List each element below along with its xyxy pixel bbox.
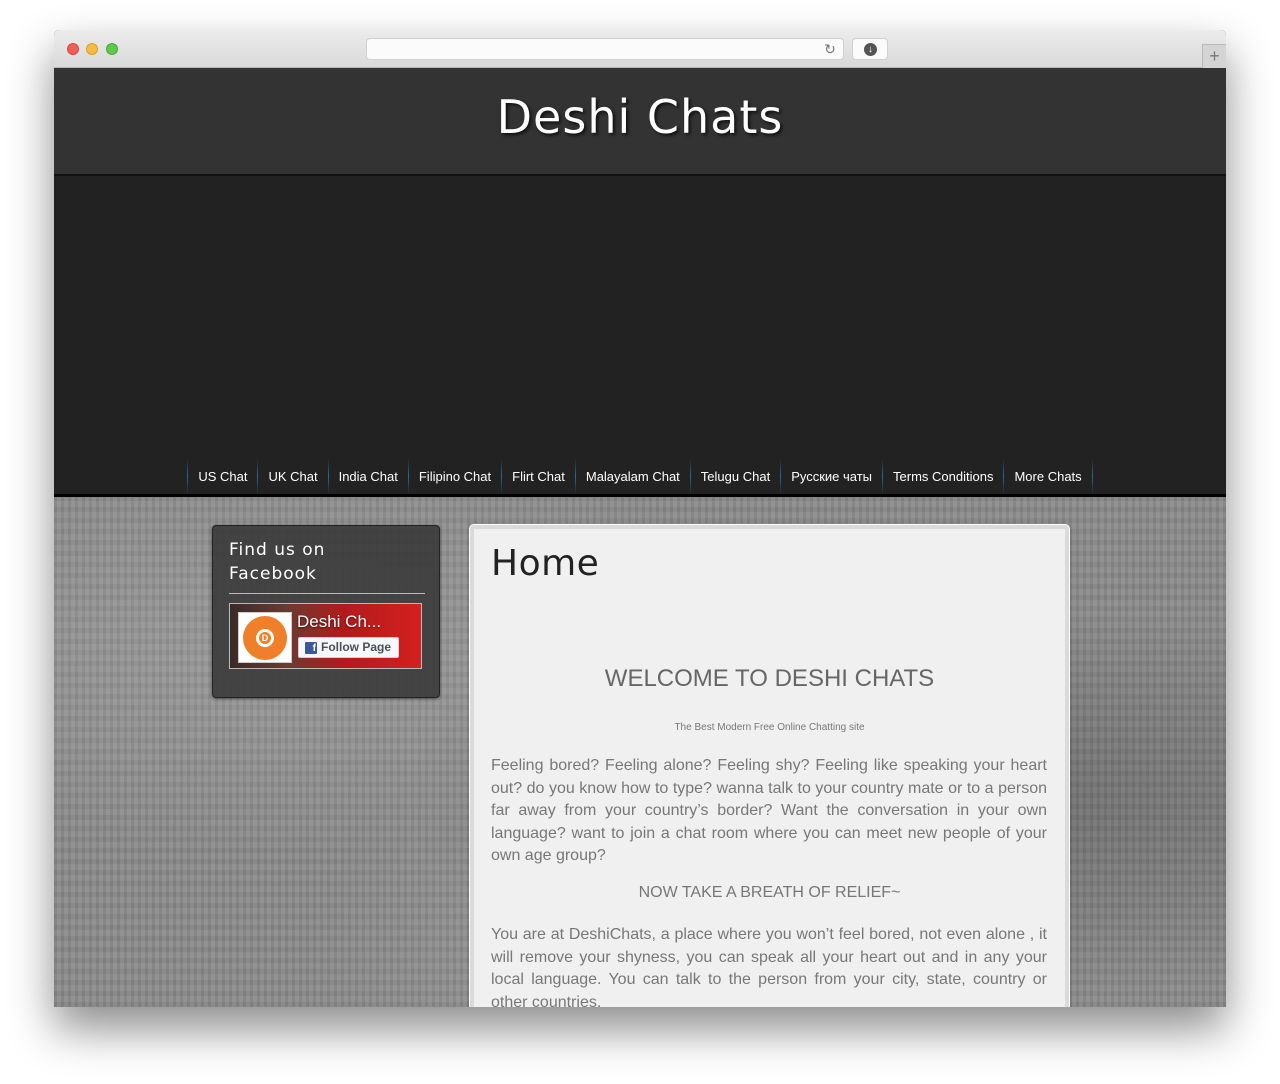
nav-item-uk-chat[interactable]: UK Chat (258, 459, 327, 494)
nav-item-flirt-chat[interactable]: Flirt Chat (502, 459, 575, 494)
site-header: Deshi Chats (54, 68, 1226, 176)
maximize-window-button[interactable] (106, 43, 118, 55)
facebook-page-name[interactable]: Deshi Ch... (297, 612, 381, 632)
reload-icon[interactable]: ↻ (822, 41, 838, 57)
page-body: Find us on Facebook D Deshi Ch... f Foll… (54, 497, 1226, 1007)
main-content: Home WELCOME TO DESHI CHATS The Best Mod… (470, 525, 1069, 1007)
facebook-icon: f (305, 642, 317, 654)
nav-item-us-chat[interactable]: US Chat (188, 459, 257, 494)
nav-item-india-chat[interactable]: India Chat (329, 459, 408, 494)
facebook-page-plugin[interactable]: D Deshi Ch... f Follow Page (229, 603, 422, 669)
widget-divider (229, 593, 425, 594)
logo-letter: D (256, 629, 274, 647)
address-bar[interactable]: ↻ (366, 38, 844, 60)
description-paragraph: You are at DeshiChats, a place where you… (491, 926, 1047, 1007)
minimize-window-button[interactable] (86, 43, 98, 55)
page-logo[interactable]: D (238, 612, 292, 663)
browser-window: ↻ ↓ + Deshi Chats US Chat UK Chat India … (54, 30, 1226, 1007)
nav-item-more-chats[interactable]: More Chats (1004, 459, 1091, 494)
follow-page-button[interactable]: f Follow Page (298, 637, 400, 658)
main-navigation: US Chat UK Chat India Chat Filipino Chat… (54, 459, 1226, 494)
nav-item-telugu-chat[interactable]: Telugu Chat (691, 459, 780, 494)
facebook-widget: Find us on Facebook D Deshi Ch... f Foll… (212, 525, 440, 698)
widget-title-line: Find us on (229, 540, 326, 560)
follow-page-label: Follow Page (321, 640, 392, 654)
new-tab-button[interactable]: + (1202, 44, 1226, 68)
intro-paragraph: Feeling bored? Feeling alone? Feeling sh… (491, 757, 1047, 865)
relief-line: NOW TAKE A BREATH OF RELIEF~ (638, 884, 901, 901)
close-window-button[interactable] (67, 43, 79, 55)
welcome-heading: WELCOME TO DESHI CHATS (604, 665, 935, 692)
widget-title: Find us on Facebook (229, 538, 425, 586)
site-title[interactable]: Deshi Chats (54, 90, 1226, 144)
widget-title-line: Facebook (229, 564, 317, 584)
banner-area: US Chat UK Chat India Chat Filipino Chat… (54, 178, 1226, 494)
logo-circle-icon: D (243, 616, 287, 660)
tagline: The Best Modern Free Online Chatting sit… (674, 722, 865, 733)
download-icon: ↓ (864, 43, 877, 56)
nav-item-malayalam-chat[interactable]: Malayalam Chat (576, 459, 690, 494)
nav-item-terms-conditions[interactable]: Terms Conditions (883, 459, 1003, 494)
nav-separator (1091, 459, 1093, 494)
downloads-button[interactable]: ↓ (852, 38, 888, 60)
nav-item-russian-chats[interactable]: Русские чаты (781, 459, 882, 494)
browser-toolbar: ↻ ↓ + (54, 30, 1226, 68)
nav-item-filipino-chat[interactable]: Filipino Chat (409, 459, 501, 494)
page-title: Home (491, 543, 600, 584)
